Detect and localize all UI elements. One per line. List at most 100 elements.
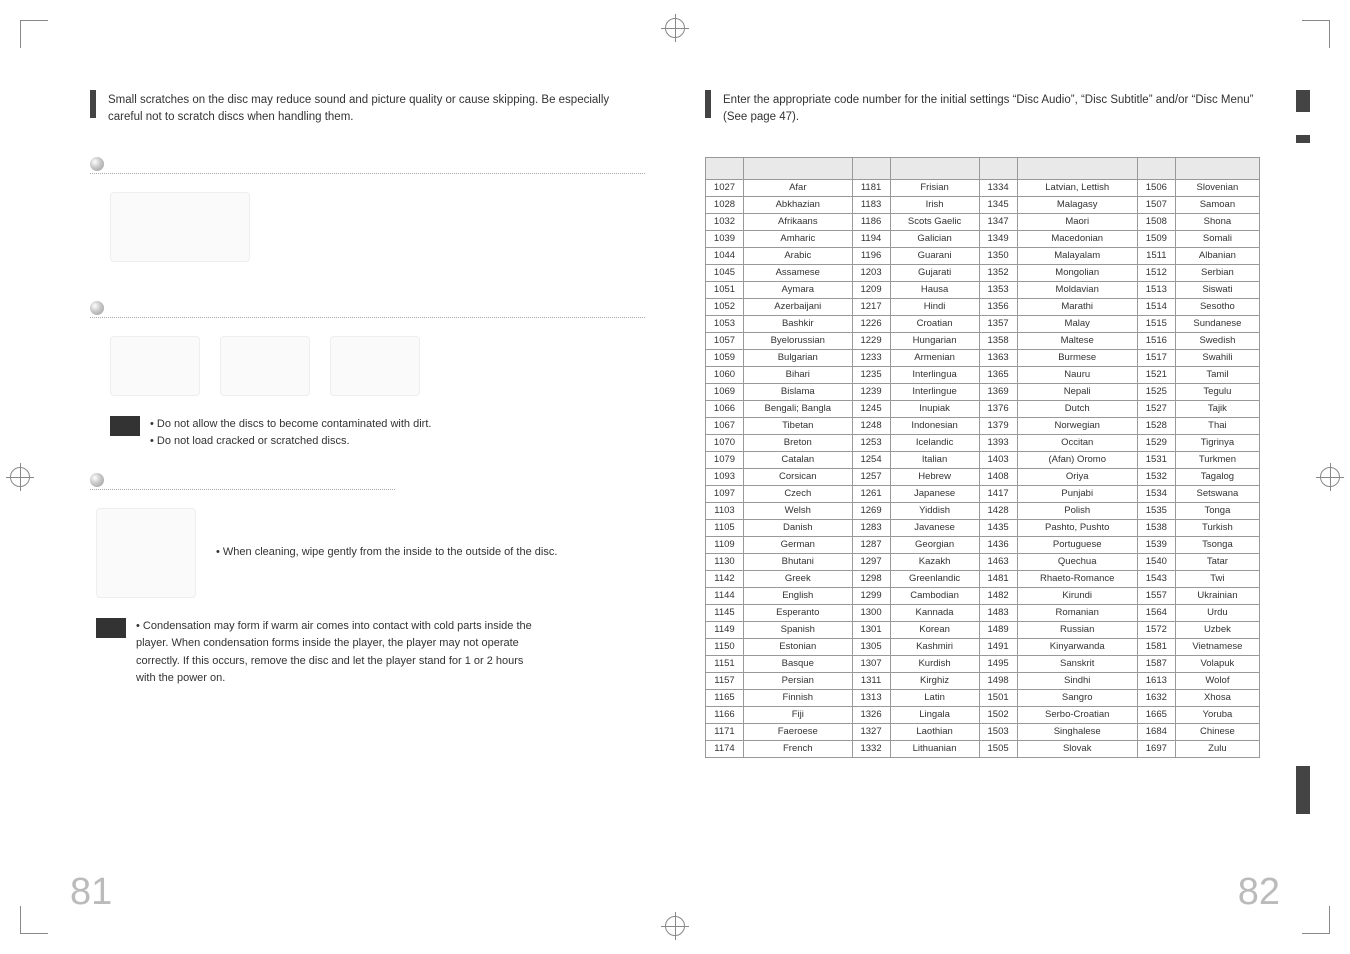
language-cell: Dutch [1017,400,1137,417]
language-cell: Guarani [890,247,979,264]
language-cell: Serbian [1175,264,1259,281]
th-lang-4 [1175,157,1259,179]
table-row: 1149Spanish1301Korean1489Russian1572Uzbe… [706,621,1260,638]
code-cell: 1028 [706,196,744,213]
code-cell: 1027 [706,179,744,196]
code-cell: 1507 [1137,196,1175,213]
code-cell: 1144 [706,587,744,604]
language-cell: Georgian [890,536,979,553]
page-number-left: 81 [70,871,112,914]
code-cell: 1066 [706,400,744,417]
code-cell: 1632 [1137,689,1175,706]
language-cell: Samoan [1175,196,1259,213]
language-cell: Shona [1175,213,1259,230]
code-cell: 1498 [979,672,1017,689]
language-cell: Nepali [1017,383,1137,400]
code-cell: 1572 [1137,621,1175,638]
illustration [330,336,420,396]
language-cell: Catalan [744,451,853,468]
language-cell: Sanskrit [1017,655,1137,672]
language-cell: Marathi [1017,298,1137,315]
language-cell: Urdu [1175,604,1259,621]
table-row: 1060Bihari1235Interlingua1365Nauru1521Ta… [706,366,1260,383]
code-cell: 1248 [852,417,890,434]
code-cell: 1501 [979,689,1017,706]
code-cell: 1039 [706,230,744,247]
language-cell: Kirundi [1017,587,1137,604]
language-cell: Turkish [1175,519,1259,536]
th-code-3 [979,157,1017,179]
table-row: 1166Fiji1326Lingala1502Serbo-Croatian166… [706,706,1260,723]
language-cell: Malagasy [1017,196,1137,213]
language-cell: Breton [744,434,853,451]
language-cell: Byelorussian [744,332,853,349]
code-cell: 1253 [852,434,890,451]
code-cell: 1311 [852,672,890,689]
language-cell: Assamese [744,264,853,281]
language-cell: Italian [890,451,979,468]
code-cell: 1365 [979,366,1017,383]
language-cell: Japanese [890,485,979,502]
table-row: 1165Finnish1313Latin1501Sangro1632Xhosa [706,689,1260,706]
code-cell: 1142 [706,570,744,587]
language-cell: Polish [1017,502,1137,519]
code-cell: 1079 [706,451,744,468]
language-cell: Arabic [744,247,853,264]
code-cell: 1345 [979,196,1017,213]
language-cell: Occitan [1017,434,1137,451]
language-cell: Latin [890,689,979,706]
code-cell: 1157 [706,672,744,689]
code-cell: 1300 [852,604,890,621]
language-cell: Pashto, Pushto [1017,519,1137,536]
language-cell: Cambodian [890,587,979,604]
illustration [96,508,196,598]
language-cell: Kashmiri [890,638,979,655]
language-cell: Norwegian [1017,417,1137,434]
language-cell: Azerbaijani [744,298,853,315]
code-cell: 1521 [1137,366,1175,383]
note-c-wipe: • When cleaning, wipe gently from the in… [216,544,645,562]
code-cell: 1369 [979,383,1017,400]
code-cell: 1349 [979,230,1017,247]
code-cell: 1109 [706,536,744,553]
language-cell: Bihari [744,366,853,383]
code-cell: 1463 [979,553,1017,570]
language-cell: Macedonian [1017,230,1137,247]
language-cell: Kirghiz [890,672,979,689]
language-cell: Kannada [890,604,979,621]
code-cell: 1149 [706,621,744,638]
code-cell: 1502 [979,706,1017,723]
code-cell: 1097 [706,485,744,502]
code-cell: 1196 [852,247,890,264]
language-cell: Interlingue [890,383,979,400]
th-lang-2 [890,157,979,179]
code-cell: 1254 [852,451,890,468]
language-cell: Vietnamese [1175,638,1259,655]
language-cell: Tegulu [1175,383,1259,400]
code-cell: 1053 [706,315,744,332]
language-cell: Slovak [1017,740,1137,757]
table-row: 1093Corsican1257Hebrew1408Oriya1532Tagal… [706,468,1260,485]
code-cell: 1305 [852,638,890,655]
code-cell: 1032 [706,213,744,230]
language-cell: Persian [744,672,853,689]
table-row: 1105Danish1283Javanese1435Pashto, Pushto… [706,519,1260,536]
language-cell: Bulgarian [744,349,853,366]
language-cell: Tsonga [1175,536,1259,553]
code-cell: 1505 [979,740,1017,757]
language-cell: Kinyarwanda [1017,638,1137,655]
language-cell: Zulu [1175,740,1259,757]
code-cell: 1194 [852,230,890,247]
header-bar-icon [90,90,96,118]
code-cell: 1130 [706,553,744,570]
table-row: 1109German1287Georgian1436Portuguese1539… [706,536,1260,553]
code-cell: 1529 [1137,434,1175,451]
code-cell: 1298 [852,570,890,587]
code-cell: 1057 [706,332,744,349]
page-number-right: 82 [1238,871,1280,914]
code-cell: 1283 [852,519,890,536]
note-b-text: • Do not allow the discs to become conta… [150,416,431,451]
language-cell: Sundanese [1175,315,1259,332]
code-cell: 1512 [1137,264,1175,281]
language-cell: German [744,536,853,553]
